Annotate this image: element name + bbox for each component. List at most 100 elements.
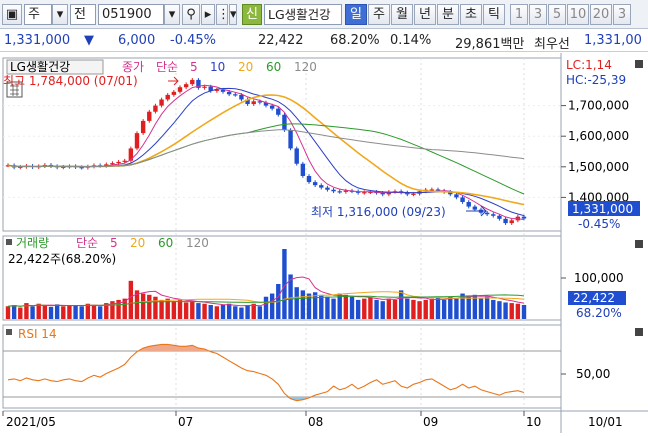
preferred-label: 최우선 <box>534 37 570 52</box>
interval-tab-4[interactable]: 20 <box>590 4 612 25</box>
volume-bar-82 <box>509 303 514 319</box>
volume-bar-66 <box>411 299 416 319</box>
volume-value: 22,422 <box>258 33 304 48</box>
volume-bar-8 <box>54 304 60 319</box>
search-icon[interactable]: ⚲ <box>182 4 200 25</box>
volume-bar-31 <box>196 303 201 319</box>
volume-bar-22 <box>140 293 146 319</box>
candle-body-74 <box>460 197 465 202</box>
volume-bar-47 <box>294 287 299 319</box>
candle-body-43 <box>269 105 275 109</box>
jeon-label: 전 <box>70 4 96 25</box>
x-label-2: 08 <box>308 415 323 429</box>
candle-body-52 <box>325 187 330 190</box>
current-price-pct: -0.45% <box>578 217 620 231</box>
price-legend-prefix: 종가 <box>122 60 144 74</box>
stock-type-select[interactable]: 주 <box>24 4 52 25</box>
new-button[interactable]: 신 <box>242 4 262 25</box>
period-tab-3[interactable]: 년 <box>414 4 436 25</box>
price-legend-ma: 단순 <box>156 60 178 74</box>
price-ma-legend-1: 10 <box>210 60 225 74</box>
interval-tab-2[interactable]: 5 <box>548 4 566 25</box>
volume-bar-79 <box>491 299 496 319</box>
price-y-tick-1: 1,600,000 <box>568 129 629 143</box>
volume-bar-53 <box>331 298 336 319</box>
rsi-panel-close-icon[interactable] <box>635 328 643 336</box>
volume-bar-57 <box>355 299 361 319</box>
current-price: 1,331,000 <box>4 33 71 48</box>
volume-ma-legend-1: 20 <box>130 236 145 250</box>
down-icon[interactable]: ▾ <box>229 4 237 25</box>
volume-bar-43 <box>269 293 275 319</box>
candle-body-40 <box>251 101 256 105</box>
candle-body-37 <box>233 94 238 96</box>
volume-bar-14 <box>91 305 97 319</box>
period-tab-0[interactable]: 일 <box>345 4 367 25</box>
volume-bar-80 <box>497 301 502 319</box>
candle-body-46 <box>288 130 293 149</box>
chart-area[interactable]: LG생활건강 종가 단순 5 10 20 60 120 최고 1,784,000 (07… <box>0 53 648 433</box>
volume-ma-legend-2: 60 <box>158 236 173 250</box>
interval-tab-1[interactable]: 3 <box>529 4 547 25</box>
volume-bar-0 <box>5 306 11 319</box>
volume-bar-38 <box>239 307 244 319</box>
volume-bar-58 <box>362 298 367 319</box>
volume-bar-52 <box>325 296 330 319</box>
volume-bar-7 <box>48 306 54 319</box>
volume-bar-25 <box>159 299 164 319</box>
list-icon[interactable]: ⋮ <box>216 4 228 25</box>
period-tab-1[interactable]: 주 <box>368 4 390 25</box>
quote-row: 1,331,000 ▼ 6,000 -0.45% 22,422 68.20% 0… <box>0 30 648 52</box>
volume-y-tick: 100,000 <box>574 271 624 285</box>
volume-bar-9 <box>61 306 66 319</box>
candle-body-76 <box>472 206 478 210</box>
period-tab-5[interactable]: 초 <box>460 4 482 25</box>
code-dropdown-icon[interactable]: ▾ <box>164 4 180 25</box>
period-tab-6[interactable]: 틱 <box>483 4 505 25</box>
candle-body-47 <box>294 148 299 164</box>
volume-bar-84 <box>521 305 527 319</box>
candle-body-51 <box>319 185 324 188</box>
chart-type-icon[interactable]: ▣ <box>2 4 22 25</box>
period-tab-2[interactable]: 월 <box>391 4 413 25</box>
rsi-panel-frame <box>2 324 562 409</box>
volume-bar-72 <box>448 296 453 319</box>
candle-body-66 <box>411 193 416 195</box>
rsi-marker-icon <box>6 329 12 335</box>
preferred-price: 1,331,00 <box>584 33 642 48</box>
volume-bar-30 <box>190 301 195 319</box>
high-note: 최고 1,784,000 (07/01) <box>3 74 138 88</box>
candle-body-19 <box>122 160 127 162</box>
code-input[interactable]: 051900 <box>98 4 164 25</box>
volume-bar-73 <box>454 298 459 319</box>
volume-panel-close-icon[interactable] <box>635 240 643 248</box>
stock-chart[interactable]: LG생활건강 종가 단순 5 10 20 60 120 최고 1,784,000 (07… <box>0 53 648 433</box>
volume-bar-75 <box>466 296 471 319</box>
volume-bar-69 <box>429 298 435 319</box>
price-y-tick-0: 1,700,000 <box>568 99 629 113</box>
volume-marker-icon <box>6 239 12 245</box>
candle-body-58 <box>362 192 367 194</box>
volume-bar-27 <box>171 301 177 319</box>
prev-icon[interactable]: ▸ <box>201 4 215 25</box>
volume-bar-81 <box>503 302 508 319</box>
period-tab-4[interactable]: 분 <box>437 4 459 25</box>
candle-body-30 <box>190 79 195 85</box>
price-panel-close-icon[interactable] <box>635 60 643 68</box>
interval-tab-0[interactable]: 1 <box>510 4 528 25</box>
chevron-down-icon[interactable]: ▾ <box>52 4 68 25</box>
volume-title: 거래량 <box>16 236 49 250</box>
price-ma-legend-2: 20 <box>238 60 253 74</box>
volume-bar-55 <box>343 294 349 319</box>
x-axis-labels: 2021/05 07 08 09 10 <box>2 411 541 429</box>
price-ma-legend-3: 60 <box>266 60 281 74</box>
candle-body-25 <box>159 99 164 106</box>
volume-bar-63 <box>392 299 398 319</box>
candle-body-44 <box>276 108 281 115</box>
interval-tab-5[interactable]: 3 <box>613 4 631 25</box>
volume-bar-4 <box>30 306 35 319</box>
candle-body-24 <box>153 105 158 112</box>
interval-tab-3[interactable]: 10 <box>567 4 589 25</box>
volume-bar-20 <box>128 280 134 319</box>
volume-bar-83 <box>515 303 521 319</box>
